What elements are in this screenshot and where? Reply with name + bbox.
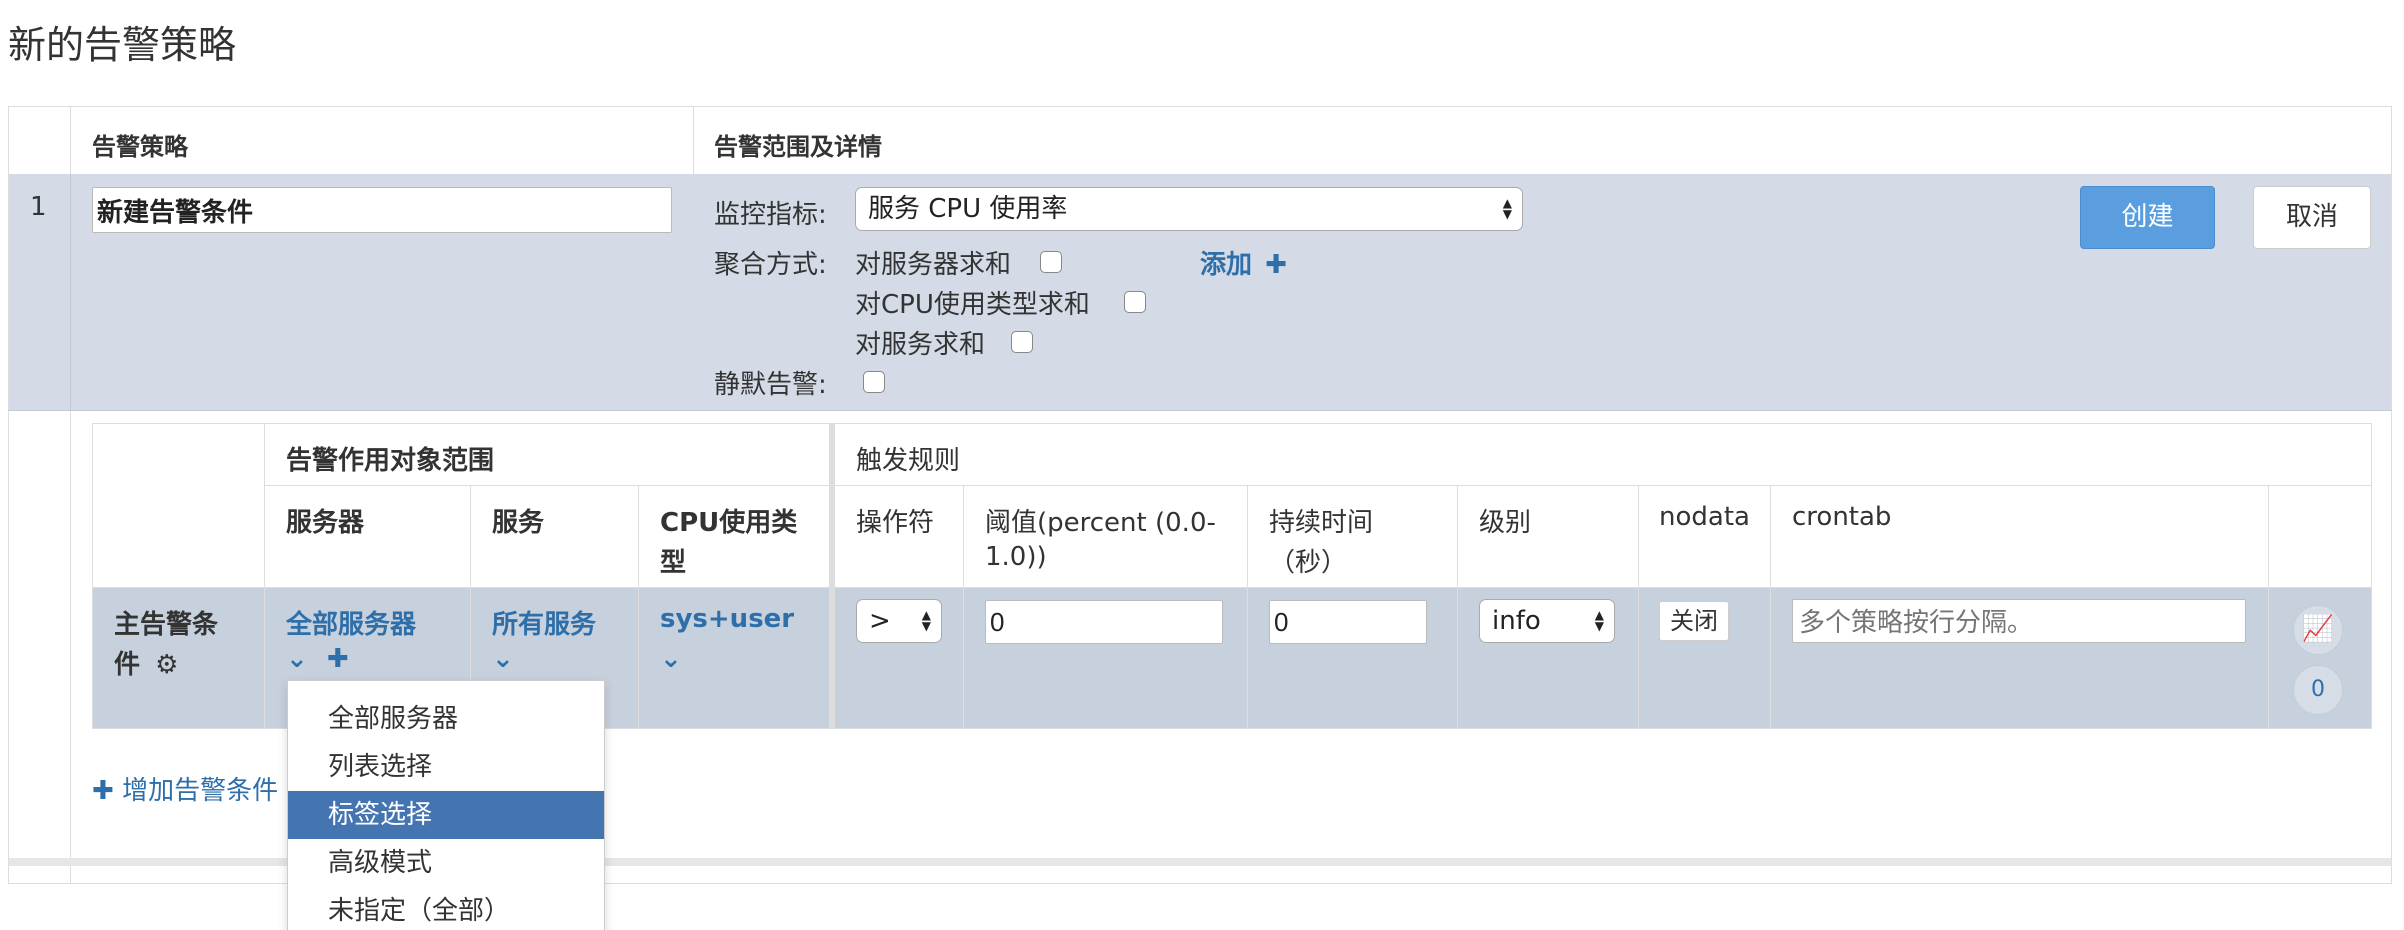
col-crontab: crontab [1792, 502, 1892, 532]
count-badge[interactable]: 0 [2293, 665, 2343, 715]
agg-label: 聚合方式: [714, 250, 827, 280]
col-threshold: 阈值(percent (0.0- [985, 508, 1216, 538]
dropdown-item-tag-select[interactable]: 标签选择 [288, 791, 604, 839]
divider [264, 424, 265, 728]
level-select[interactable]: info ▲ ▼ [1479, 599, 1615, 643]
server-controls: ⌄ ✚ [286, 644, 349, 674]
divider [1457, 485, 1458, 728]
add-agg-link[interactable]: 添加 ✚ [1200, 244, 1287, 281]
divider [638, 485, 639, 728]
silence-label: 静默告警: [714, 370, 827, 400]
header-policy: 告警策略 [92, 133, 188, 161]
col-cpu-type-cont: 型 [660, 548, 687, 578]
chevron-down-icon[interactable]: ⌄ [660, 644, 682, 674]
cancel-button[interactable]: 取消 [2253, 186, 2371, 249]
divider [264, 485, 2371, 486]
level-value: info [1492, 606, 1541, 636]
metric-select[interactable]: 服务 CPU 使用率 ▲ ▼ [855, 187, 1523, 231]
divider [1247, 485, 1248, 728]
threshold-input[interactable] [985, 600, 1223, 644]
col-service: 服务 [492, 508, 545, 538]
divider [1638, 485, 1639, 728]
add-condition-label: 增加告警条件 [122, 776, 279, 806]
col-server: 服务器 [286, 508, 365, 538]
col-cpu-type: CPU使用类 [660, 508, 798, 538]
main-condition-label: 主告警条 [114, 610, 219, 640]
add-agg-label: 添加 [1200, 250, 1253, 280]
policy-name-input[interactable] [92, 187, 672, 233]
agg-server-checkbox[interactable] [1040, 251, 1062, 273]
duration-input[interactable] [1269, 600, 1427, 644]
divider [2268, 485, 2269, 728]
divider [829, 424, 835, 728]
group-trigger-header: 触发规则 [856, 446, 961, 476]
dropdown-item-unspecified[interactable]: 未指定（全部） [288, 887, 604, 930]
metric-label: 监控指标: [714, 200, 827, 230]
select-arrows-icon: ▲ ▼ [921, 608, 931, 633]
dropdown-item-advanced[interactable]: 高级模式 [288, 839, 604, 887]
chart-line-icon[interactable]: 📈 [2293, 605, 2343, 655]
agg-option-label: 对服务求和 [855, 330, 986, 360]
divider [1770, 485, 1771, 728]
header-scope: 告警范围及详情 [714, 133, 882, 161]
server-dropdown-menu: 全部服务器 列表选择 标签选择 高级模式 未指定（全部） [287, 680, 605, 930]
crontab-textarea[interactable] [1792, 599, 2246, 643]
silence-checkbox[interactable] [863, 371, 885, 393]
dropdown-item-all-servers[interactable]: 全部服务器 [288, 695, 604, 743]
row-index: 1 [30, 192, 47, 222]
chevron-down-icon[interactable]: ⌄ [492, 644, 514, 674]
agg-service-checkbox[interactable] [1011, 331, 1033, 353]
agg-cpu-checkbox[interactable] [1124, 291, 1146, 313]
col-duration-cont: （秒） [1269, 548, 1348, 578]
add-condition-link[interactable]: ✚ 增加告警条件 [92, 770, 278, 807]
chevron-down-icon[interactable]: ⌄ [286, 644, 308, 674]
select-arrows-icon: ▲ ▼ [1502, 196, 1512, 221]
col-duration: 持续时间 [1269, 508, 1374, 538]
plus-icon[interactable]: ✚ [327, 644, 349, 674]
cpu-type-value-link[interactable]: sys+user [660, 604, 794, 634]
dropdown-item-list-select[interactable]: 列表选择 [288, 743, 604, 791]
service-value-link[interactable]: 所有服务 [492, 604, 596, 641]
divider [8, 410, 2392, 411]
group-scope-header: 告警作用对象范围 [286, 446, 495, 476]
plus-icon: ✚ [1265, 250, 1287, 280]
agg-option-label: 对CPU使用类型求和 [855, 290, 1090, 320]
nodata-toggle[interactable]: 关闭 [1659, 601, 1729, 641]
server-value-link[interactable]: 全部服务器 [286, 604, 416, 641]
operator-select[interactable]: > ▲ ▼ [856, 599, 942, 643]
main-condition-label-end: 件 [114, 650, 141, 680]
col-level: 级别 [1479, 508, 1532, 538]
divider [93, 587, 2371, 588]
main-condition-label-cont: 件 ⚙ [114, 644, 178, 681]
metric-select-value: 服务 CPU 使用率 [868, 194, 1068, 224]
page-title: 新的告警策略 [8, 23, 237, 67]
create-button[interactable]: 创建 [2080, 186, 2215, 249]
agg-option-label: 对服务器求和 [855, 250, 1012, 280]
operator-value: > [869, 606, 891, 636]
select-arrows-icon: ▲ ▼ [1594, 608, 1604, 633]
col-threshold-cont: 1.0)) [985, 542, 1047, 572]
plus-icon: ✚ [92, 776, 114, 806]
col-nodata: nodata [1659, 502, 1750, 532]
divider [70, 174, 71, 410]
divider [693, 106, 694, 174]
divider [963, 485, 964, 728]
gear-icon[interactable]: ⚙ [155, 650, 178, 680]
col-operator: 操作符 [856, 508, 935, 538]
